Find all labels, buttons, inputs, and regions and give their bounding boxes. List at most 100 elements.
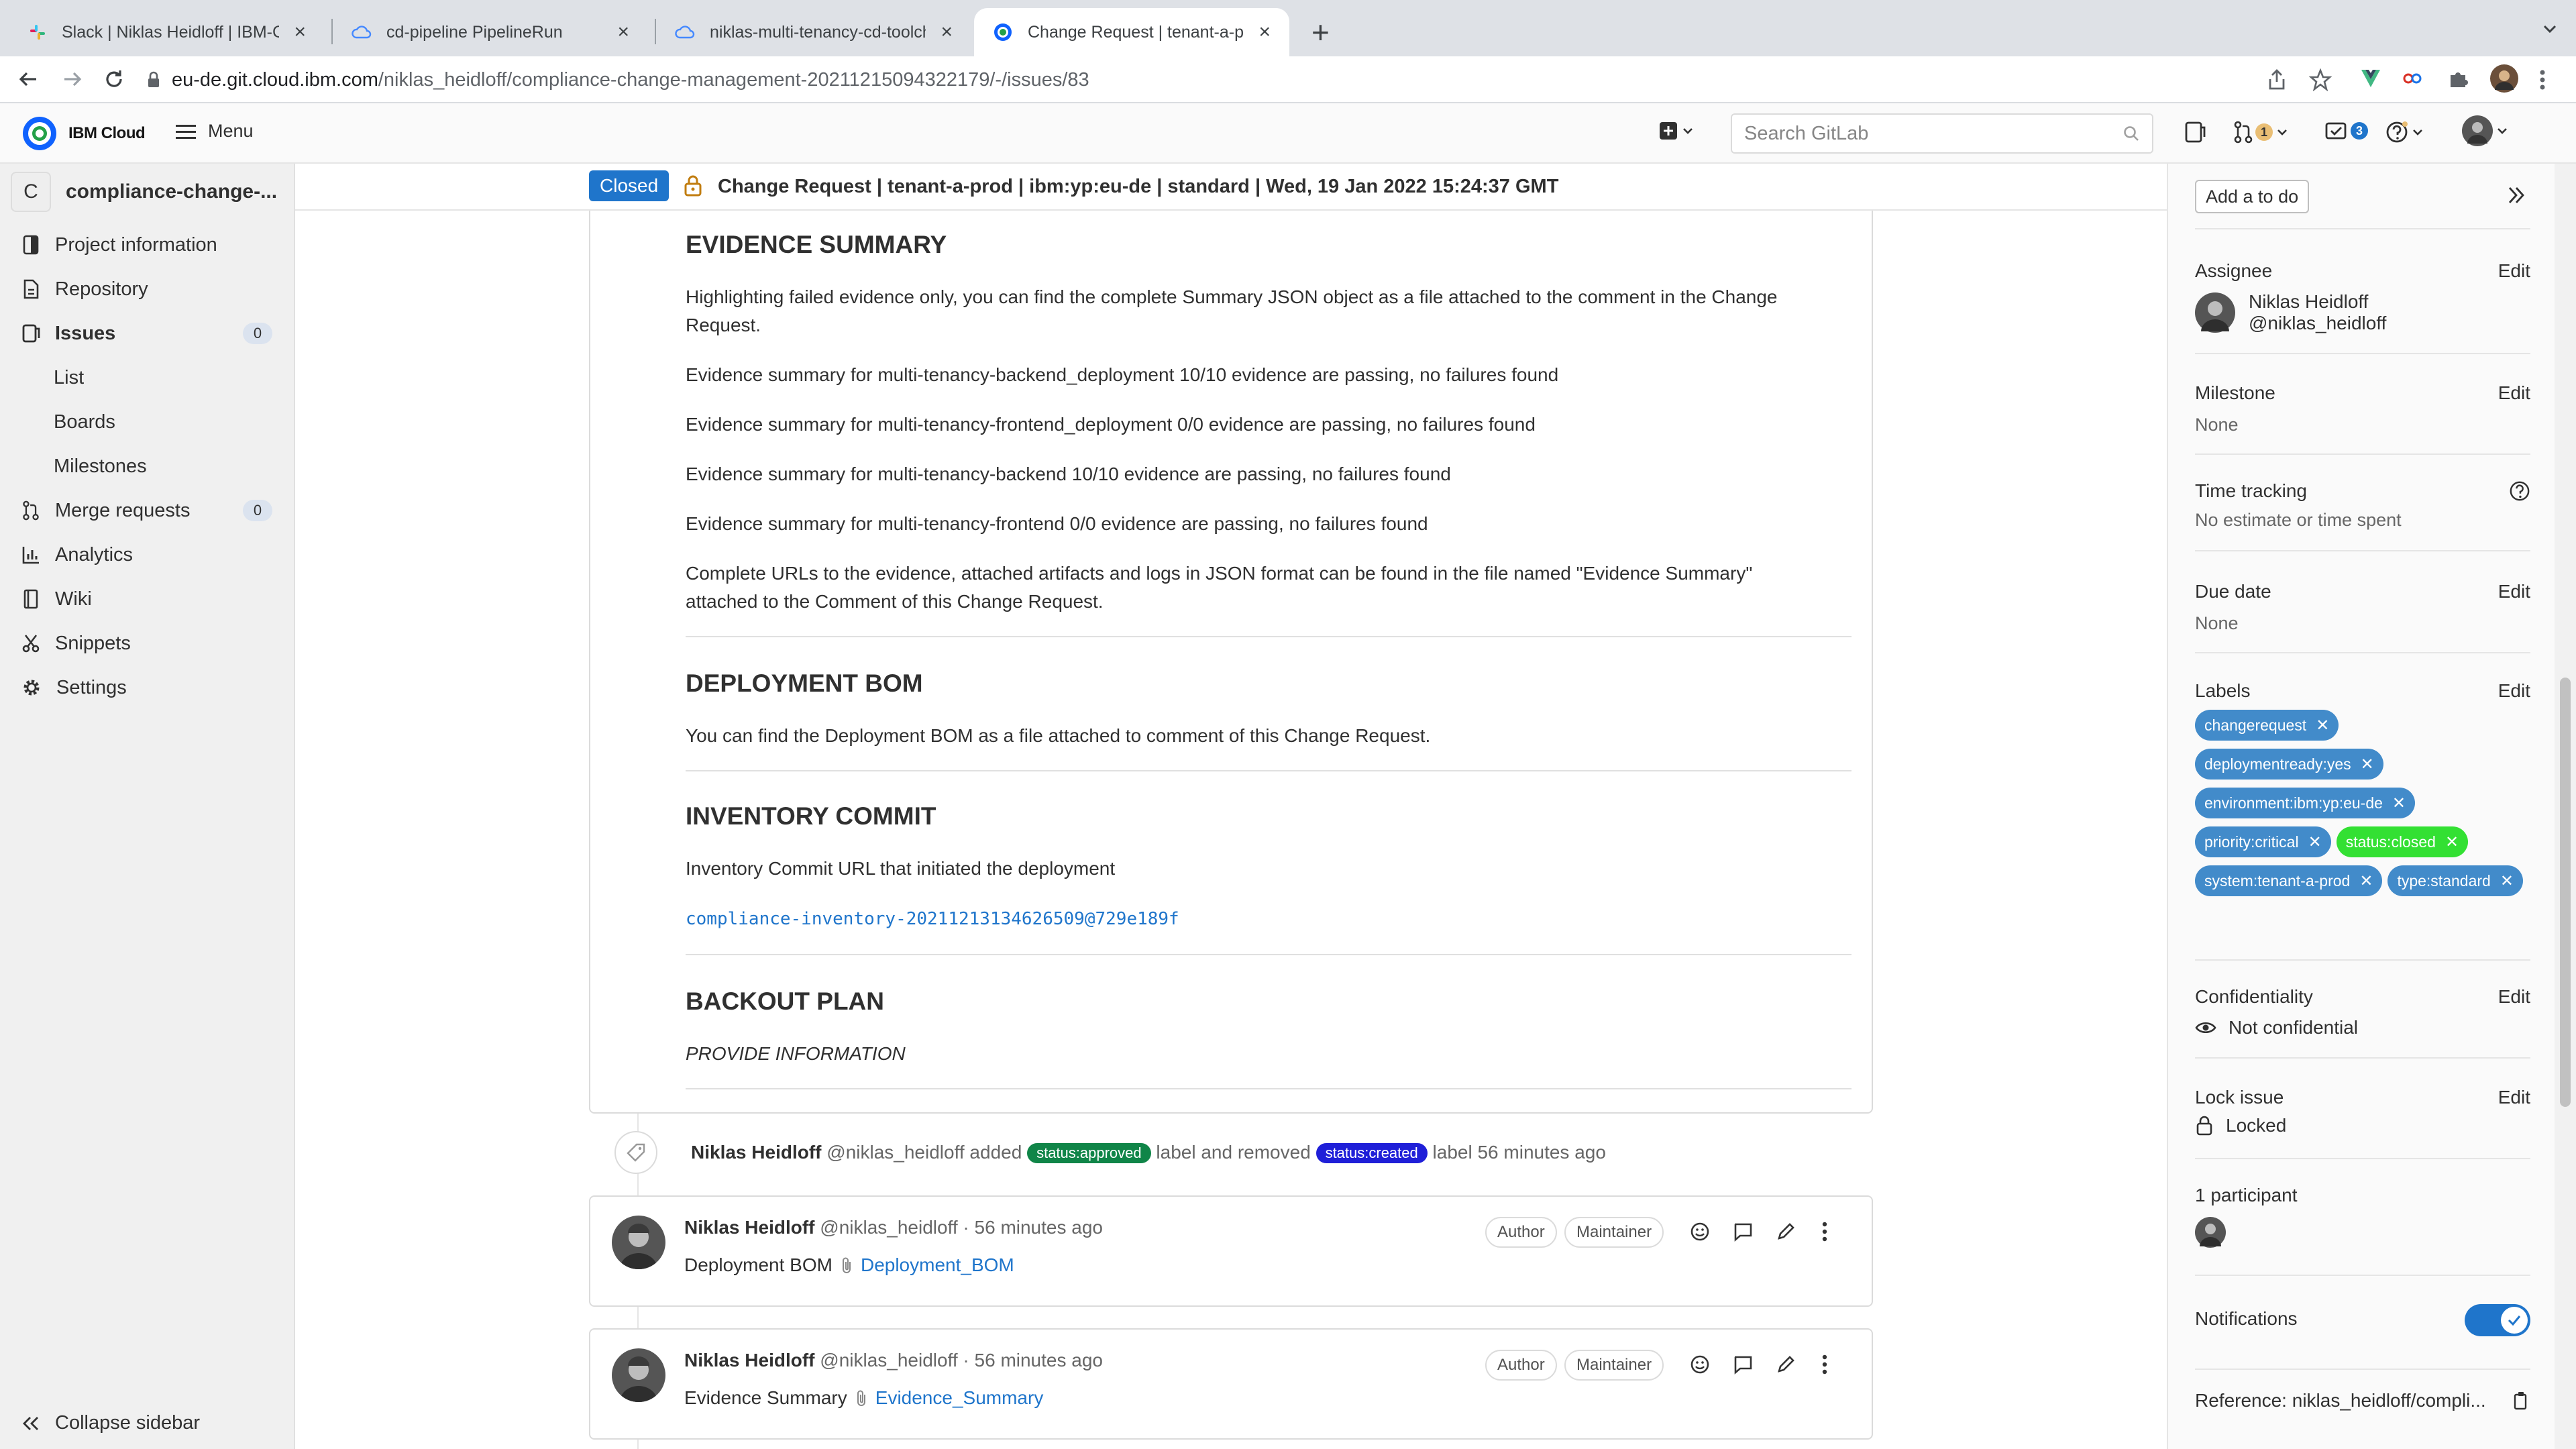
sidebar-item-analytics[interactable]: Analytics [0,533,295,577]
attachment-link[interactable]: Deployment_BOM [861,1254,1014,1276]
sidebar-item-label: Settings [56,676,127,698]
label-status-created[interactable]: status:created [1316,1143,1428,1164]
browser-menu-icon[interactable] [2538,68,2546,91]
add-todo-button[interactable]: Add a to do [2195,180,2310,213]
reload-icon[interactable] [102,67,126,91]
label-status-approved[interactable]: status:approved [1027,1143,1151,1164]
project-header[interactable]: C compliance-change-... [11,172,277,212]
sidebar-item-issues[interactable]: Issues 0 [0,311,295,356]
due-date-edit-link[interactable]: Edit [2498,581,2530,602]
sidebar-item-merge-requests[interactable]: Merge requests 0 [0,488,295,533]
profile-avatar[interactable] [2490,64,2518,93]
new-dropdown[interactable] [1658,121,1695,141]
collapse-sidebar-button[interactable]: Collapse sidebar [21,1412,200,1434]
extension-icon[interactable] [2402,68,2423,89]
edit-pencil-icon[interactable] [1775,1221,1796,1242]
label-chip[interactable]: type:standard ✕ [2387,865,2523,896]
participants-section: 1 participant [2195,1185,2530,1248]
label-chip[interactable]: status:closed ✕ [2336,826,2469,857]
edit-pencil-icon[interactable] [1775,1354,1796,1375]
labels-edit-link[interactable]: Edit [2498,680,2530,702]
tab-search-icon[interactable] [2541,20,2559,38]
emoji-icon[interactable] [1689,1221,1711,1242]
note-handle[interactable]: @niklas_heidloff [826,1142,964,1163]
help-nav[interactable] [2385,121,2424,144]
browser-tab-pipelinerun[interactable]: cd-pipeline PipelineRun × [333,8,648,56]
complete-urls-line-2: attached to the Comment of this Change R… [686,591,1104,612]
copy-icon[interactable] [2513,1391,2530,1411]
emoji-icon[interactable] [1689,1354,1711,1375]
todos-nav[interactable]: 3 [2325,121,2368,141]
label-chip[interactable]: system:tenant-a-prod ✕ [2195,865,2383,896]
sidebar-item-project-information[interactable]: Project information [0,223,295,267]
remove-label-icon[interactable]: ✕ [2359,871,2373,891]
issues-nav-icon[interactable] [2184,121,2206,144]
close-icon[interactable]: × [617,21,629,44]
ibm-cloud-logo[interactable]: IBM Cloud [21,115,146,152]
browser-tab-slack[interactable]: Slack | Niklas Heidloff | IBM-Co × [9,8,325,56]
confidentiality-edit-link[interactable]: Edit [2498,986,2530,1008]
sidebar-item-settings[interactable]: Settings [0,665,295,710]
assignee-name[interactable]: Niklas Heidloff [2249,291,2386,313]
vue-extension-icon[interactable] [2360,68,2381,89]
avatar[interactable] [2195,292,2235,333]
remove-label-icon[interactable]: ✕ [2308,833,2322,852]
remove-label-icon[interactable]: ✕ [2316,716,2329,735]
reply-icon[interactable] [1732,1221,1754,1242]
close-icon[interactable]: × [941,21,953,44]
attachment-link[interactable]: Evidence_Summary [875,1387,1044,1409]
sidebar-item-label: Project information [55,233,217,256]
avatar[interactable] [612,1348,665,1402]
close-icon[interactable]: × [1258,21,1271,44]
search-input[interactable]: Search GitLab [1731,113,2153,154]
comment-author[interactable]: Niklas Heidloff [684,1350,814,1371]
note-author[interactable]: Niklas Heidloff [691,1142,821,1163]
remove-label-icon[interactable]: ✕ [2500,871,2514,891]
back-icon[interactable] [16,67,40,91]
user-menu[interactable] [2462,115,2509,146]
remove-label-icon[interactable]: ✕ [2361,755,2374,774]
sidebar-item-milestones[interactable]: Milestones [0,444,295,488]
remove-label-icon[interactable]: ✕ [2392,794,2406,813]
labels-section: Labels Edit changerequest ✕ deploymentrea… [2195,680,2530,896]
more-actions-icon[interactable] [1821,1221,1829,1242]
scrollbar-thumb[interactable] [2560,678,2571,1107]
sidebar-item-boards[interactable]: Boards [0,400,295,444]
more-actions-icon[interactable] [1821,1354,1829,1375]
browser-tab-change-request[interactable]: Change Request | tenant-a-pro × [974,8,1289,56]
assignee-edit-link[interactable]: Edit [2498,260,2530,282]
new-tab-button[interactable]: + [1311,15,1330,50]
menu-button[interactable]: Menu [176,121,254,142]
notifications-toggle[interactable] [2465,1304,2530,1336]
forward-icon[interactable] [60,67,85,91]
help-icon[interactable] [2509,480,2530,502]
avatar[interactable] [612,1216,665,1269]
bookmark-star-icon[interactable] [2309,68,2332,91]
merge-requests-nav[interactable]: 1 [2234,121,2289,144]
reply-icon[interactable] [1732,1354,1754,1375]
sidebar-item-repository[interactable]: Repository [0,267,295,311]
puzzle-icon[interactable] [2447,68,2469,90]
lock-issue-title: Lock issue [2195,1087,2284,1108]
inventory-commit-link[interactable]: compliance-inventory-20211213134626509@7… [686,906,1179,933]
close-icon[interactable]: × [294,21,306,44]
sidebar-item-wiki[interactable]: Wiki [0,577,295,621]
lock-issue-edit-link[interactable]: Edit [2498,1087,2530,1108]
share-icon[interactable] [2266,68,2288,91]
label-chip[interactable]: changerequest ✕ [2195,710,2339,741]
due-date-title: Due date [2195,581,2271,602]
browser-tab-toolchain[interactable]: niklas-multi-tenancy-cd-toolch × [656,8,971,56]
sidebar-item-list[interactable]: List [0,356,295,400]
double-chevron-right-icon[interactable] [2506,185,2526,205]
url-field[interactable]: eu-de.git.cloud.ibm.com/niklas_heidloff/… [146,62,2427,98]
tab-title: Change Request | tenant-a-pro [1028,22,1244,42]
label-chip[interactable]: priority:critical ✕ [2195,826,2331,857]
avatar[interactable] [2195,1217,2530,1248]
label-chip[interactable]: environment:ibm:yp:eu-de ✕ [2195,788,2416,818]
comment-author[interactable]: Niklas Heidloff [684,1217,814,1238]
milestone-edit-link[interactable]: Edit [2498,382,2530,404]
sidebar-item-snippets[interactable]: Snippets [0,621,295,665]
label-chip[interactable]: deploymentready:yes ✕ [2195,749,2383,780]
sidebar-divider [2195,1275,2530,1276]
remove-label-icon[interactable]: ✕ [2445,833,2459,852]
